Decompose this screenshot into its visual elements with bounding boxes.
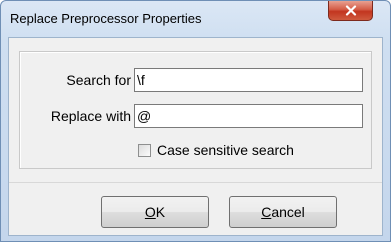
form-panel: Search for Replace with Case sensitive s…: [19, 51, 372, 169]
case-sensitive-label: Case sensitive search: [157, 142, 294, 158]
cancel-button[interactable]: Cancel: [229, 196, 337, 228]
title-bar[interactable]: Replace Preprocessor Properties: [1, 1, 390, 37]
case-sensitive-checkbox[interactable]: [138, 143, 151, 157]
replace-label: Replace with: [50, 108, 131, 124]
cancel-label-rest: ancel: [271, 204, 305, 220]
dialog-window: Replace Preprocessor Properties Search f…: [0, 0, 391, 242]
ok-mnemonic: O: [144, 204, 156, 220]
ok-button[interactable]: OK: [101, 196, 209, 228]
search-input[interactable]: [134, 68, 363, 92]
cancel-mnemonic: C: [261, 204, 272, 220]
close-button[interactable]: [328, 1, 373, 21]
search-label: Search for: [66, 72, 131, 88]
replace-input[interactable]: [134, 104, 363, 128]
ok-label-rest: K: [155, 204, 166, 220]
case-sensitive-option[interactable]: Case sensitive search: [138, 141, 294, 159]
button-bar: OK Cancel: [9, 182, 382, 236]
close-icon: [345, 5, 356, 16]
window-title: Replace Preprocessor Properties: [10, 11, 202, 26]
dialog-client-area: Search for Replace with Case sensitive s…: [8, 37, 383, 236]
